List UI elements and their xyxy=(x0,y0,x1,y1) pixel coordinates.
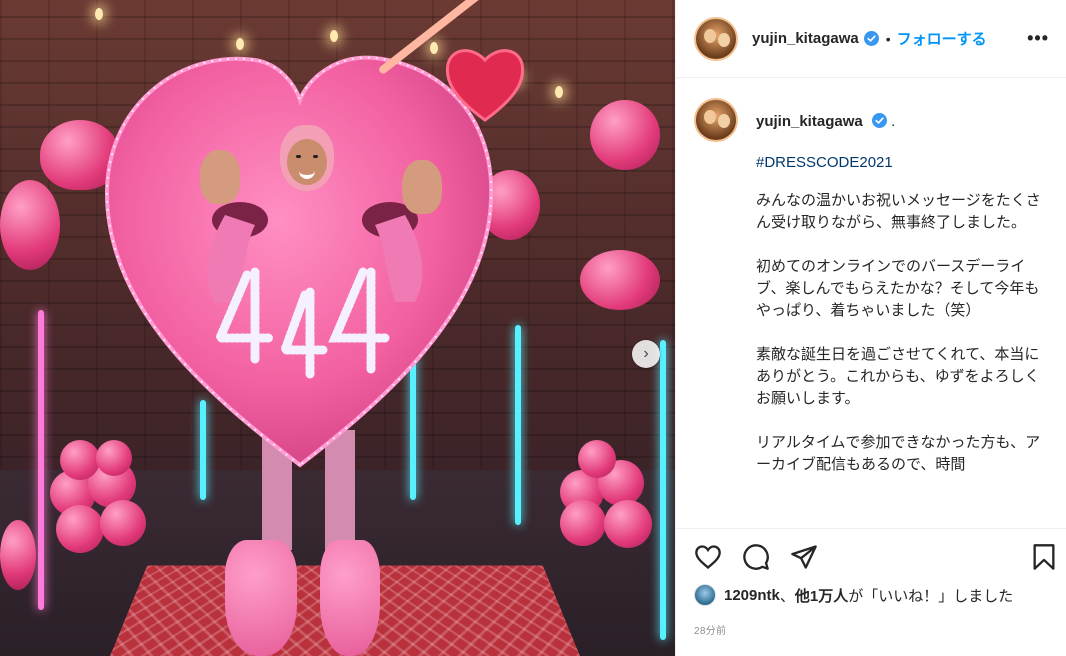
caption-paragraph: 素敵な誕生日を過ごさせてくれて、本当にありがとう。これからも、ゆずをよろしくお願… xyxy=(756,346,1040,407)
raised-hand xyxy=(402,160,442,214)
light-bulb xyxy=(95,8,103,20)
verified-badge-icon xyxy=(863,31,879,46)
caption-paragraph: リアルタイムで参加できなかった方も、アーカイブ配信もあるので、時間 xyxy=(756,434,1041,473)
neon-light xyxy=(38,310,44,610)
balloon xyxy=(60,440,100,480)
post-header: yujin_kitagawa • フォローする ••• xyxy=(676,0,1066,78)
caption-paragraph: みんなの温かいお祝いメッセージをたくさん受け取りながら、無事終了しました。 xyxy=(756,192,1041,231)
likes-connector: 、 xyxy=(779,587,795,605)
header-separator: • xyxy=(885,30,891,47)
verified-badge-icon xyxy=(871,113,887,128)
balloon xyxy=(604,500,652,548)
liker-avatar[interactable] xyxy=(694,584,716,606)
likes-others-link[interactable]: 他1万人 xyxy=(795,585,848,606)
person-face xyxy=(280,125,334,191)
balloon xyxy=(0,180,60,270)
balloon xyxy=(0,520,36,590)
paper-plane-icon[interactable] xyxy=(790,543,818,571)
balloon xyxy=(580,250,660,310)
action-bar xyxy=(676,528,1066,586)
comment-avatar[interactable] xyxy=(694,98,738,142)
next-photo-button[interactable]: › xyxy=(632,340,660,368)
pink-boot xyxy=(320,540,380,656)
follow-button[interactable]: フォローする xyxy=(897,28,987,49)
neon-light xyxy=(515,325,521,525)
raised-hand xyxy=(200,150,240,204)
heart-icon[interactable] xyxy=(694,543,722,571)
neon-light xyxy=(660,340,666,640)
balloon xyxy=(560,500,606,546)
profile-avatar[interactable] xyxy=(694,16,738,61)
arrow-heart-decoration xyxy=(445,49,525,122)
likes-suffix: が「いいね！」しました xyxy=(848,587,1014,605)
chevron-right-icon: › xyxy=(643,345,649,362)
comment-username[interactable]: yujin_kitagawa xyxy=(756,113,863,130)
comment-head-text: . xyxy=(891,113,896,130)
caption-paragraph: 初めてのオンラインでのバースデーライブ、楽しんでもらえたかな？そして今年もやっぱ… xyxy=(756,258,1040,319)
light-bulb xyxy=(555,86,563,98)
pink-boot xyxy=(225,540,297,656)
balloon xyxy=(590,100,660,170)
likes-summary: 1209ntk 、 他1万人 が「いいね！」しました xyxy=(694,584,1013,606)
comment-bubble-icon[interactable] xyxy=(742,543,770,571)
balloon xyxy=(56,505,104,553)
caption-comment: yujin_kitagawa . #DRESSCODE2021 みんなの温かいお… xyxy=(694,98,1054,522)
liker-username[interactable]: 1209ntk xyxy=(724,587,780,604)
bookmark-icon[interactable] xyxy=(1030,543,1058,571)
header-username[interactable]: yujin_kitagawa xyxy=(752,30,859,47)
post-timestamp[interactable]: 28分前 xyxy=(694,622,726,637)
balloon xyxy=(100,500,146,546)
caption-text: #DRESSCODE2021 みんなの温かいお祝いメッセージをたくさん受け取りな… xyxy=(756,152,1046,498)
hashtag-link[interactable]: #DRESSCODE2021 xyxy=(756,152,1046,174)
balloon xyxy=(578,440,616,478)
comment-header: yujin_kitagawa . xyxy=(756,113,895,130)
post-side-panel: yujin_kitagawa • フォローする ••• yujin_kitaga… xyxy=(675,0,1066,656)
post-photo[interactable]: › xyxy=(0,0,675,656)
more-options-button[interactable]: ••• xyxy=(1027,28,1049,49)
